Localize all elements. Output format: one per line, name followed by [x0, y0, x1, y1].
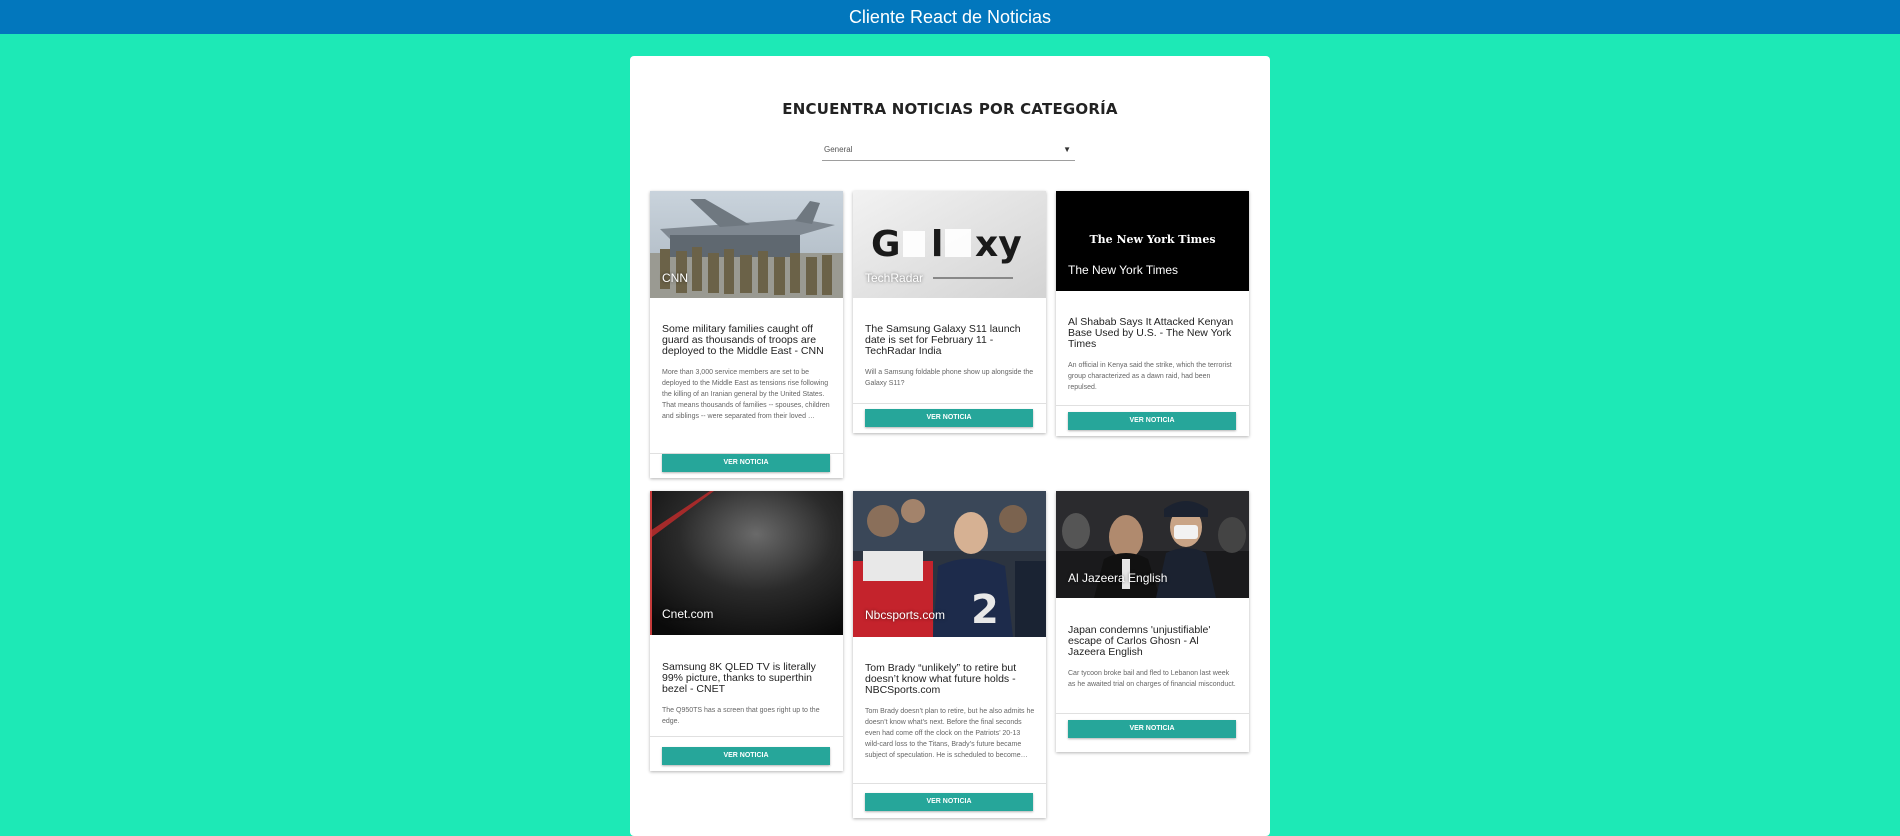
svg-text:l: l: [931, 224, 943, 265]
news-image: The New York Times The New York Times: [1056, 191, 1249, 291]
category-select-value: General: [824, 145, 853, 154]
svg-text:2: 2: [971, 587, 999, 633]
news-title: The Samsung Galaxy S11 launch date is se…: [865, 323, 1021, 357]
news-image: 2 Nbcsports.com: [853, 491, 1046, 637]
news-image: Cnet.com: [650, 491, 843, 635]
news-description: The Q950TS has a screen that goes right …: [662, 707, 820, 725]
card-divider: [1056, 713, 1249, 714]
news-source: TechRadar: [865, 271, 924, 285]
news-source: Nbcsports.com: [865, 608, 946, 622]
svg-text:xy: xy: [975, 224, 1022, 265]
view-news-button[interactable]: VER NOTICIA: [865, 409, 1033, 427]
news-card: The New York Times The New York Times Al…: [1056, 191, 1249, 436]
news-description: Will a Samsung foldable phone show up al…: [865, 369, 1034, 387]
chevron-down-icon: ▼: [1063, 145, 1071, 154]
view-news-button[interactable]: VER NOTICIA: [1068, 412, 1236, 430]
news-title: Japan condemns 'unjustifiable' escape of…: [1068, 624, 1211, 658]
view-news-button[interactable]: VER NOTICIA: [662, 454, 830, 472]
news-title: Tom Brady “unlikely” to retire but doesn…: [865, 662, 1017, 696]
news-card: 2 Nbcsports.com Tom Brady “unlikely” to …: [853, 491, 1046, 818]
card-divider: [853, 403, 1046, 404]
card-divider: [1056, 405, 1249, 406]
news-image: Al Jazeera English: [1056, 491, 1249, 598]
page-title: ENCUENTRA NOTICIAS POR CATEGORÍA: [782, 100, 1118, 118]
news-image: G l xy TechRadar: [853, 191, 1046, 298]
view-news-button[interactable]: VER NOTICIA: [865, 793, 1033, 811]
news-image: CNN: [650, 191, 843, 298]
view-news-button[interactable]: VER NOTICIA: [662, 747, 830, 765]
svg-text:G: G: [871, 224, 901, 265]
news-card: CNN Some military families caught off gu…: [650, 191, 843, 478]
card-divider: [853, 783, 1046, 784]
nyt-logo: The New York Times: [1089, 233, 1216, 246]
news-card: Al Jazeera English Japan condemns 'unjus…: [1056, 491, 1249, 752]
news-description: More than 3,000 service members are set …: [662, 369, 830, 420]
news-source: CNN: [662, 271, 688, 285]
card-divider: [650, 736, 843, 737]
main-panel: ENCUENTRA NOTICIAS POR CATEGORÍA General…: [630, 56, 1270, 836]
view-news-button[interactable]: VER NOTICIA: [1068, 720, 1236, 738]
app-header: Cliente React de Noticias: [0, 0, 1900, 34]
news-card: Cnet.com Samsung 8K QLED TV is literally…: [650, 491, 843, 771]
category-select[interactable]: General ▼: [822, 140, 1075, 161]
news-title: Al Shabab Says It Attacked Kenyan Base U…: [1068, 316, 1234, 350]
news-description: Tom Brady doesn’t plan to retire, but he…: [865, 708, 1035, 759]
news-source: Al Jazeera English: [1068, 571, 1168, 585]
news-description: Car tycoon broke bail and fled to Lebano…: [1068, 670, 1236, 688]
app-title: Cliente React de Noticias: [848, 7, 1052, 27]
news-description: An official in Kenya said the strike, wh…: [1068, 362, 1232, 391]
news-source: Cnet.com: [662, 607, 714, 621]
news-source: The New York Times: [1068, 263, 1179, 277]
news-title: Some military families caught off guard …: [662, 323, 824, 357]
news-title: Samsung 8K QLED TV is literally 99% pict…: [662, 661, 816, 695]
news-card: G l xy TechRadar The Samsung Galaxy S11 …: [853, 191, 1046, 433]
